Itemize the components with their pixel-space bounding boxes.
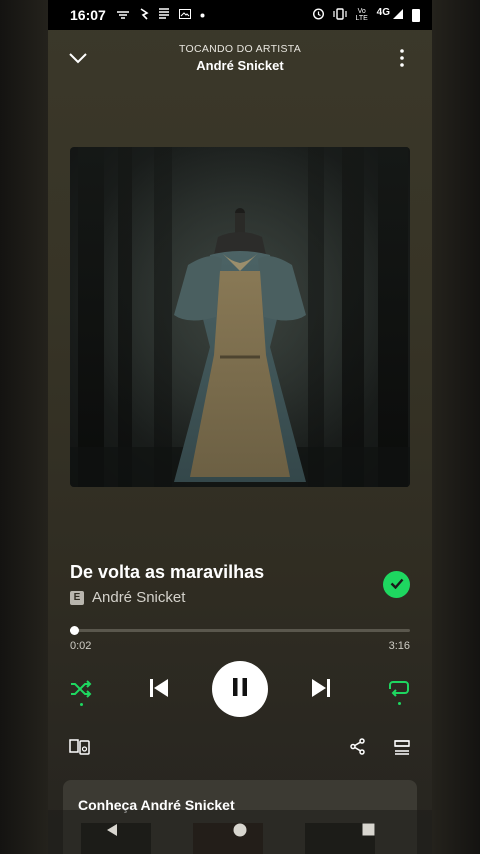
next-button[interactable] bbox=[308, 677, 334, 703]
image-notification-icon bbox=[178, 8, 191, 22]
context-title: André Snicket bbox=[196, 58, 284, 73]
track-info: De volta as maravilhas E André Snicket bbox=[70, 562, 410, 606]
status-bar: 16:07 Vo LTE 4G bbox=[48, 0, 432, 30]
list-notification-icon bbox=[158, 8, 170, 22]
album-art bbox=[70, 147, 410, 487]
playing-context: TOCANDO DO ARTISTA André Snicket bbox=[128, 43, 352, 73]
playback-controls bbox=[48, 660, 432, 720]
more-options-button[interactable] bbox=[386, 44, 418, 76]
play-pause-button[interactable] bbox=[212, 661, 268, 717]
notification-icon bbox=[139, 7, 149, 23]
now-playing-screen: 16:07 Vo LTE 4G TOCANDO DO ARTISTA André… bbox=[48, 0, 432, 854]
back-icon[interactable] bbox=[105, 823, 119, 842]
liked-button[interactable] bbox=[383, 571, 410, 598]
volte-label: Vo LTE bbox=[355, 8, 368, 22]
repeat-icon bbox=[388, 678, 410, 703]
elapsed-time: 0:02 bbox=[70, 640, 92, 652]
share-icon bbox=[349, 738, 366, 760]
status-time: 16:07 bbox=[70, 7, 106, 23]
pause-icon bbox=[232, 677, 248, 702]
active-dot bbox=[397, 702, 401, 705]
alarm-icon bbox=[312, 7, 325, 23]
network-label: 4G bbox=[376, 6, 390, 18]
connect-devices-icon bbox=[68, 738, 90, 760]
share-button[interactable] bbox=[346, 737, 368, 761]
explicit-badge: E bbox=[70, 590, 84, 605]
recents-icon[interactable] bbox=[362, 823, 375, 841]
devices-button[interactable] bbox=[68, 737, 90, 761]
skip-previous-icon bbox=[148, 677, 170, 704]
bottom-tools bbox=[48, 737, 432, 763]
previous-button[interactable] bbox=[146, 677, 172, 703]
progress-knob[interactable] bbox=[70, 626, 80, 635]
player-header: TOCANDO DO ARTISTA André Snicket bbox=[48, 30, 432, 90]
progress-bar[interactable] bbox=[70, 626, 410, 635]
background-right bbox=[432, 0, 480, 854]
signal-icon bbox=[392, 8, 404, 23]
queue-icon bbox=[394, 739, 410, 760]
queue-button[interactable] bbox=[391, 737, 413, 761]
repeat-button[interactable] bbox=[386, 677, 412, 705]
vibrate-icon bbox=[333, 7, 347, 23]
background-left bbox=[0, 0, 48, 854]
track-title[interactable]: De volta as maravilhas bbox=[70, 562, 410, 583]
system-nav-bar bbox=[48, 810, 432, 854]
chevron-down-icon bbox=[68, 51, 88, 69]
track-artist[interactable]: André Snicket bbox=[92, 589, 185, 606]
shuffle-button[interactable] bbox=[68, 678, 94, 706]
shuffle-icon bbox=[70, 679, 92, 703]
battery-icon bbox=[412, 8, 420, 22]
context-label: TOCANDO DO ARTISTA bbox=[178, 43, 302, 55]
skip-next-icon bbox=[310, 677, 332, 704]
more-vertical-icon bbox=[400, 48, 404, 72]
notification-icon bbox=[116, 9, 130, 22]
home-icon[interactable] bbox=[233, 823, 247, 842]
collapse-button[interactable] bbox=[62, 44, 94, 76]
total-time: 3:16 bbox=[388, 640, 410, 652]
dot-icon bbox=[200, 9, 205, 21]
active-dot bbox=[79, 703, 83, 706]
check-icon bbox=[390, 576, 404, 594]
